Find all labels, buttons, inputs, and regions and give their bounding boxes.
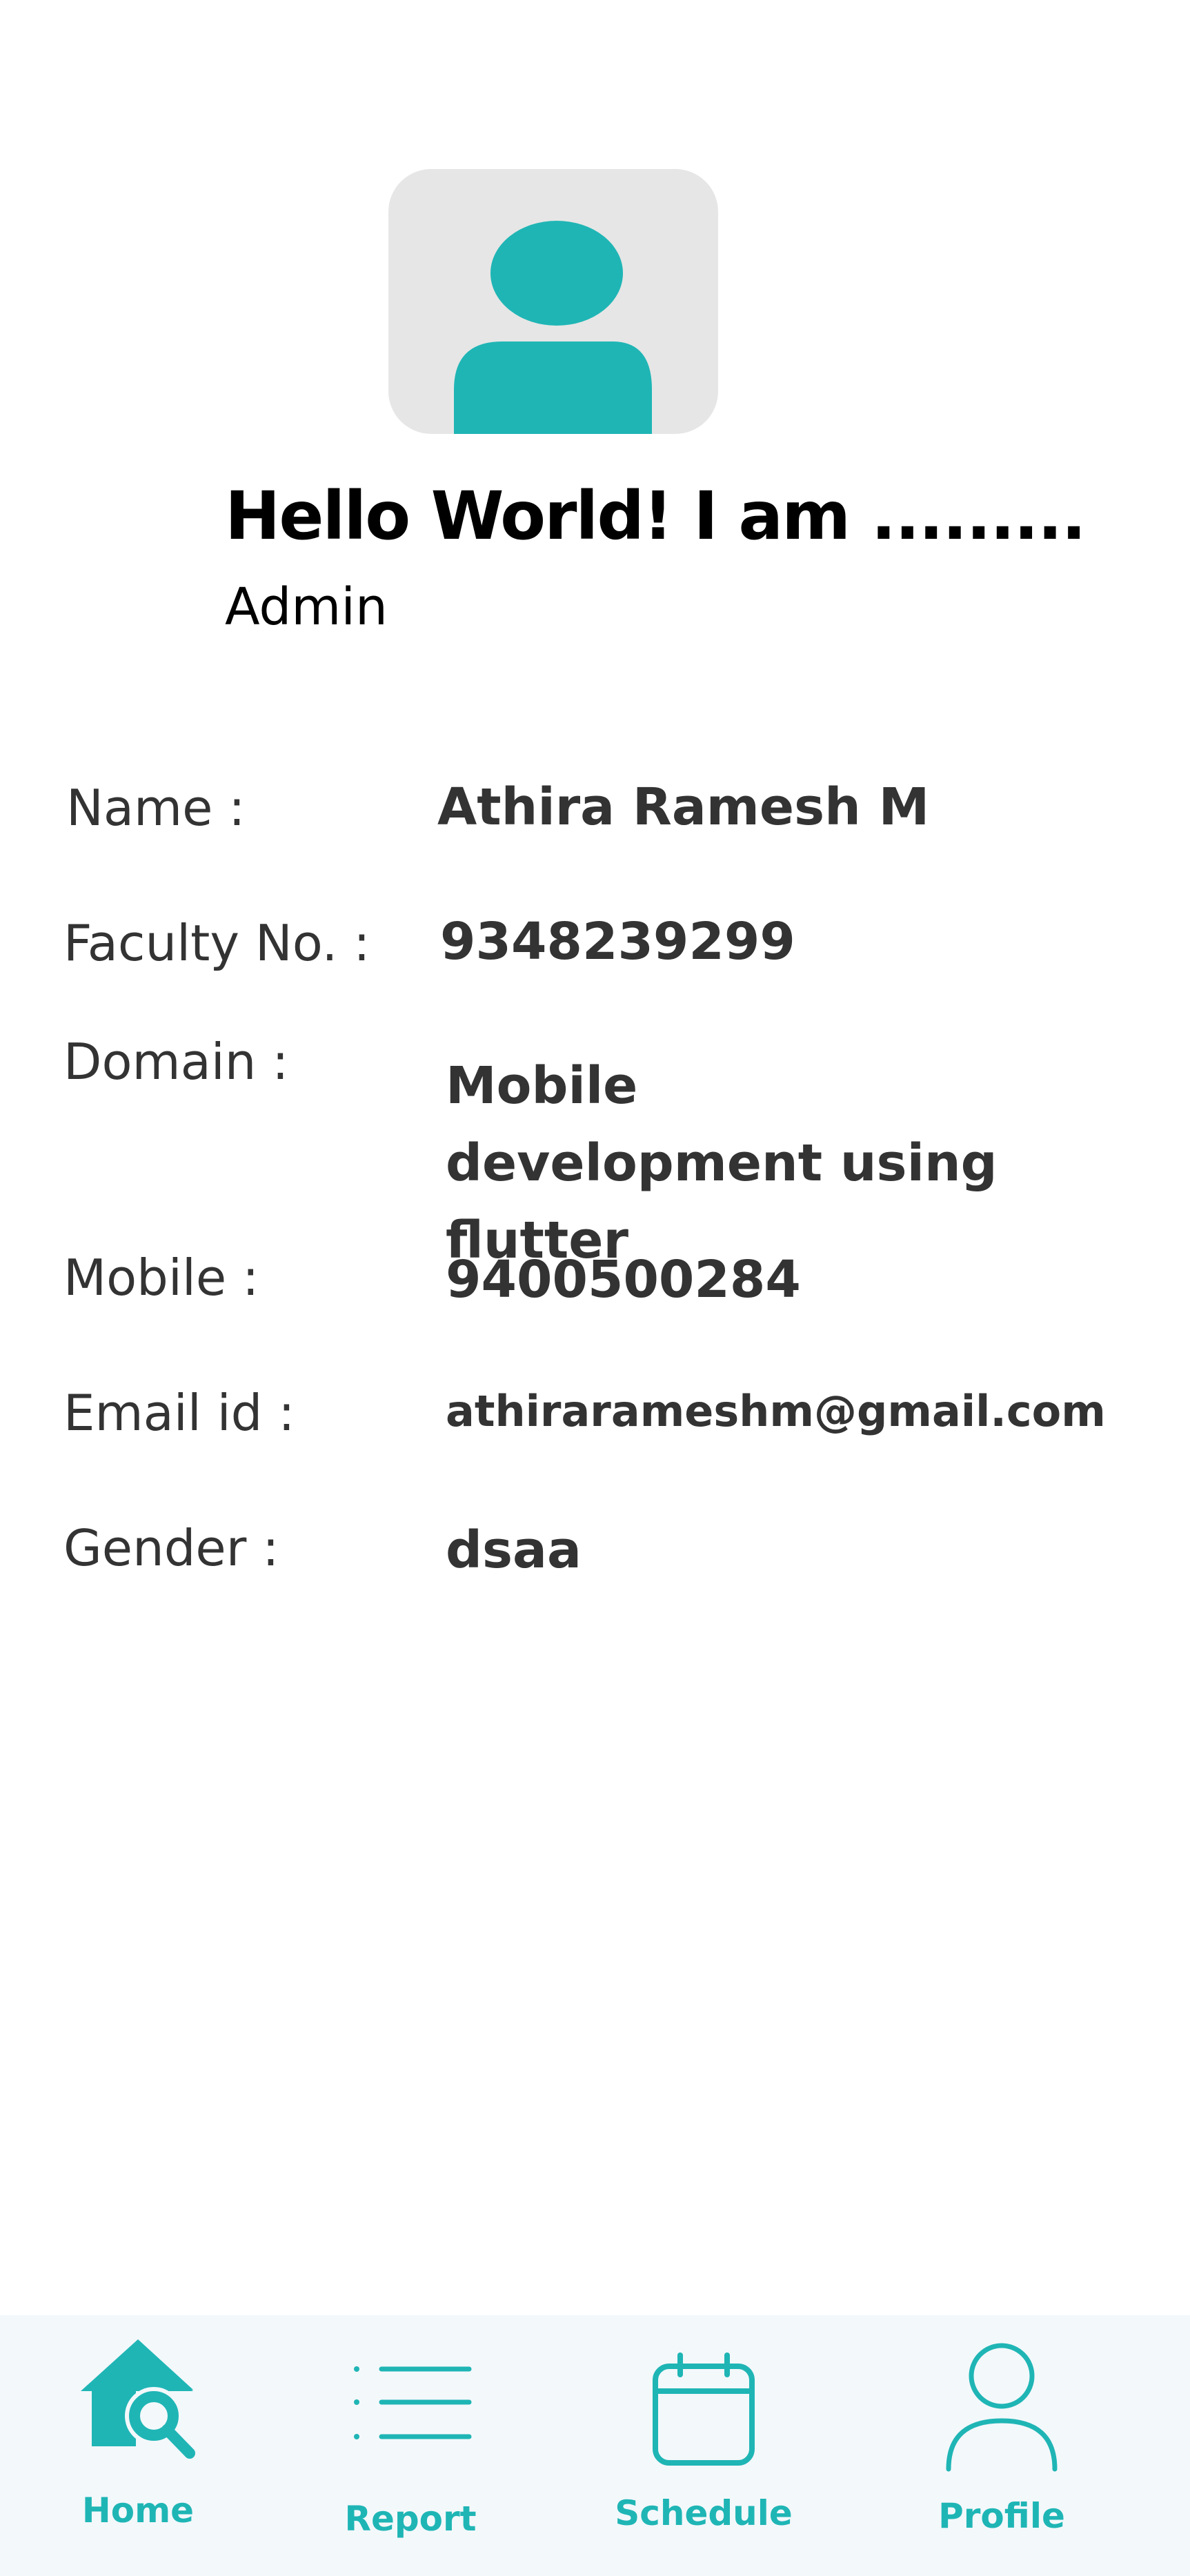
- nav-label-schedule: Schedule: [615, 2493, 793, 2533]
- role-label: Admin: [225, 577, 388, 637]
- home-search-icon: [81, 2339, 195, 2459]
- faculty-label: Faculty No. :: [63, 914, 370, 972]
- nav-item-profile[interactable]: Profile: [912, 2315, 1091, 2576]
- nav-label-report: Report: [344, 2499, 477, 2539]
- avatar[interactable]: [388, 169, 718, 434]
- faculty-value: 9348239299: [440, 912, 795, 971]
- nav-label-home: Home: [81, 2490, 195, 2530]
- name-label: Name :: [66, 779, 246, 837]
- bottom-navigation: Home Report Schedule Profile: [0, 2315, 1190, 2576]
- nav-item-home[interactable]: Home: [48, 2315, 228, 2576]
- domain-value: Mobile development using flutter: [446, 1056, 998, 1270]
- person-outline-icon: [946, 2343, 1058, 2472]
- greeting-title: Hello World! I am .........: [225, 477, 1087, 555]
- mobile-value: 9400500284: [446, 1250, 801, 1309]
- email-value: athirarameshm@gmail.com: [446, 1386, 1106, 1436]
- nav-item-schedule[interactable]: Schedule: [614, 2315, 793, 2576]
- calendar-icon: [653, 2352, 755, 2466]
- nav-item-report[interactable]: Report: [321, 2315, 500, 2576]
- mobile-label: Mobile :: [63, 1249, 259, 1307]
- nav-label-profile: Profile: [938, 2496, 1065, 2536]
- email-label: Email id :: [63, 1384, 295, 1442]
- name-value: Athira Ramesh M: [437, 777, 930, 837]
- domain-label: Domain :: [63, 1033, 289, 1091]
- gender-value: dsaa: [446, 1520, 582, 1580]
- person-icon: [454, 221, 652, 434]
- gender-label: Gender :: [63, 1519, 279, 1577]
- list-icon: [354, 2366, 472, 2439]
